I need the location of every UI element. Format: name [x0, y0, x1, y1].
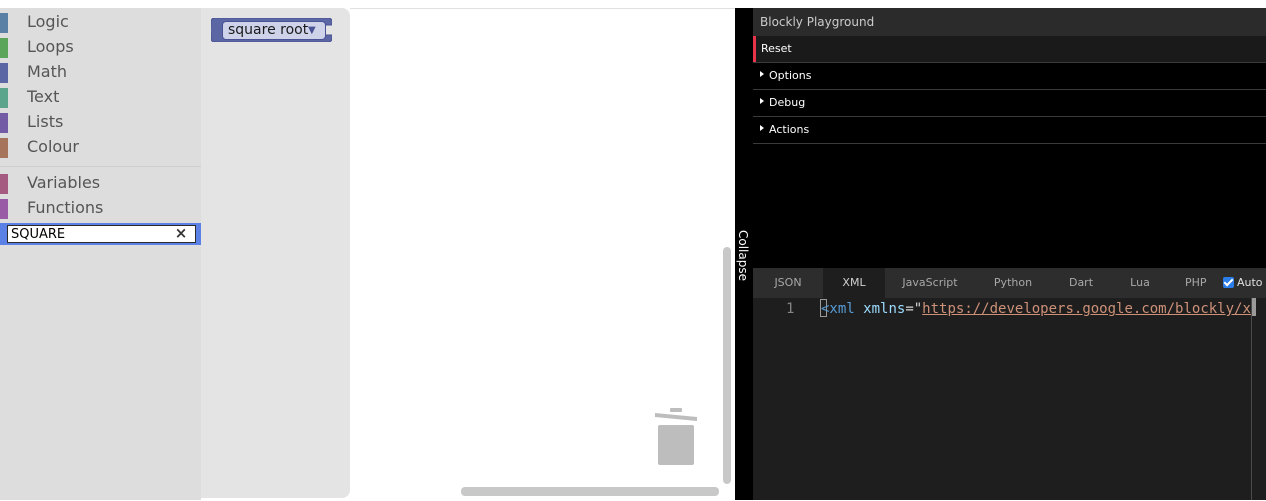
reset-button[interactable]: Reset: [753, 36, 1266, 63]
panel-title-bar: Blockly Playground: [753, 8, 1266, 36]
code-attribute: xmlns: [863, 301, 906, 317]
tab-python[interactable]: Python: [975, 268, 1051, 298]
editor-scrollbar[interactable]: [1251, 298, 1252, 500]
toolbox-search-row: ×: [0, 223, 201, 245]
flyout: square root ▼: [201, 8, 350, 498]
trash-icon[interactable]: [654, 408, 698, 466]
caret-right-icon: [760, 71, 764, 77]
auto-label: Auto: [1237, 276, 1263, 289]
category-functions[interactable]: Functions: [0, 196, 201, 221]
category-label: Math: [27, 62, 68, 81]
code-editor[interactable]: 1 <xml xmlns="https://developers.google.…: [753, 298, 1266, 500]
function-dropdown[interactable]: square root ▼: [222, 21, 326, 40]
category-lists[interactable]: Lists: [0, 110, 201, 135]
category-color: [0, 38, 8, 58]
debug-section[interactable]: Debug: [753, 90, 1266, 117]
category-logic[interactable]: Logic: [0, 10, 201, 35]
options-section[interactable]: Options: [753, 63, 1266, 90]
category-color: [0, 63, 8, 83]
toolbox-search-input[interactable]: [7, 225, 196, 243]
square-root-block[interactable]: square root ▼: [211, 18, 332, 42]
tab-lua[interactable]: Lua: [1111, 268, 1169, 298]
category-label: Text: [27, 87, 60, 106]
category-text[interactable]: Text: [0, 85, 201, 110]
workspace-horizontal-scrollbar[interactable]: [461, 487, 719, 496]
tab-dart[interactable]: Dart: [1051, 268, 1111, 298]
editor-scroll-thumb[interactable]: [1252, 298, 1256, 316]
category-variables[interactable]: Variables: [0, 171, 201, 196]
line-number: 1: [786, 301, 795, 317]
caret-right-icon: [760, 125, 764, 131]
section-label: Actions: [769, 123, 810, 136]
workspace-vertical-scrollbar[interactable]: [723, 247, 731, 484]
category-math[interactable]: Math: [0, 60, 201, 85]
category-colour[interactable]: Colour: [0, 135, 201, 160]
category-color: [0, 113, 8, 133]
category-label: Colour: [27, 137, 79, 156]
actions-section[interactable]: Actions: [753, 117, 1266, 144]
toolbox: Logic Loops Math Text Lists Colour Varia…: [0, 8, 201, 500]
reset-accent: [753, 36, 756, 62]
code-line: <xml xmlns="https://developers.google.co…: [821, 300, 1251, 318]
category-label: Lists: [27, 112, 64, 131]
code-tabs: JSON XML JavaScript Python Dart Lua PHP …: [753, 268, 1266, 298]
tab-json[interactable]: JSON: [753, 268, 823, 298]
close-icon[interactable]: ×: [174, 226, 188, 241]
auto-checkbox[interactable]: [1223, 277, 1234, 288]
category-color: [0, 174, 8, 194]
category-label: Logic: [27, 12, 69, 31]
chevron-down-icon: ▼: [308, 25, 316, 36]
panel-title: Blockly Playground: [760, 15, 875, 29]
reset-label: Reset: [761, 42, 792, 55]
collapse-label[interactable]: Collapse: [736, 230, 750, 281]
category-loops[interactable]: Loops: [0, 35, 201, 60]
category-color: [0, 138, 8, 158]
playground-panel: Blockly Playground Reset Options Debug A…: [753, 8, 1266, 268]
code-tag: <xml: [821, 301, 855, 317]
code-url: https://developers.google.com/blockly/xm…: [922, 301, 1251, 317]
category-label: Loops: [27, 37, 74, 56]
section-label: Debug: [769, 96, 806, 109]
category-color: [0, 199, 8, 219]
dropdown-label: square root: [228, 22, 309, 38]
caret-right-icon: [760, 98, 764, 104]
category-color: [0, 88, 8, 108]
toolbox-separator: [0, 166, 201, 167]
code-equals: =": [905, 301, 923, 317]
category-color: [0, 13, 8, 33]
tab-javascript[interactable]: JavaScript: [885, 268, 975, 298]
section-label: Options: [769, 69, 812, 82]
category-label: Functions: [27, 198, 104, 217]
category-label: Variables: [27, 173, 101, 192]
tab-xml[interactable]: XML: [823, 268, 885, 298]
